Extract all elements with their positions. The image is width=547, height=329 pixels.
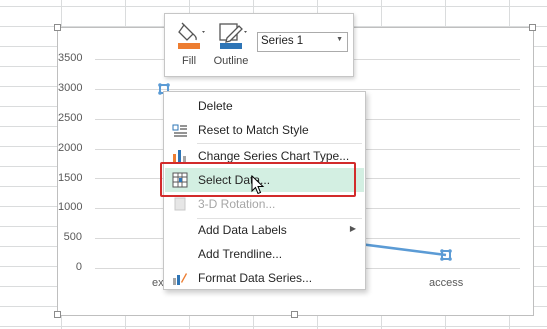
paint-bucket-icon bbox=[178, 22, 205, 49]
menu-item-label: Change Series Chart Type... bbox=[198, 149, 350, 163]
menu-item-label: Reset to Match Style bbox=[198, 123, 309, 137]
menu-item-label: Delete bbox=[198, 99, 233, 113]
fill-button[interactable]: Fill bbox=[169, 18, 209, 72]
menu-item-format-data-series[interactable]: Format Data Series... bbox=[165, 266, 364, 290]
menu-item-add-data-labels[interactable]: Add Data Labels ▶ bbox=[165, 218, 364, 242]
reset-style-icon bbox=[172, 124, 187, 137]
fill-label: Fill bbox=[181, 55, 197, 67]
3d-rotation-icon bbox=[174, 197, 186, 211]
menu-item-label: 3-D Rotation... bbox=[198, 197, 276, 211]
pen-outline-icon bbox=[219, 23, 247, 49]
menu-item-label: Format Data Series... bbox=[198, 271, 313, 285]
series-dropdown-value: Series 1 bbox=[261, 35, 304, 47]
mini-toolbar: Fill Outline Series 1 ▼ bbox=[164, 13, 354, 77]
format-series-icon bbox=[173, 273, 187, 285]
submenu-arrow-icon: ▶ bbox=[349, 224, 356, 233]
chevron-down-icon: ▼ bbox=[336, 36, 343, 43]
menu-item-add-trendline[interactable]: Add Trendline... bbox=[165, 242, 364, 266]
outline-button[interactable]: Outline bbox=[211, 18, 251, 72]
series-dropdown[interactable]: Series 1 ▼ bbox=[257, 32, 348, 52]
menu-item-delete[interactable]: Delete bbox=[165, 94, 364, 118]
mouse-cursor-icon bbox=[251, 175, 265, 195]
menu-item-label: Add Data Labels bbox=[198, 223, 287, 237]
menu-item-reset-to-match-style[interactable]: Reset to Match Style bbox=[165, 118, 364, 142]
series-line bbox=[359, 242, 447, 257]
outline-label: Outline bbox=[213, 55, 249, 67]
menu-item-label: Add Trendline... bbox=[198, 247, 283, 261]
